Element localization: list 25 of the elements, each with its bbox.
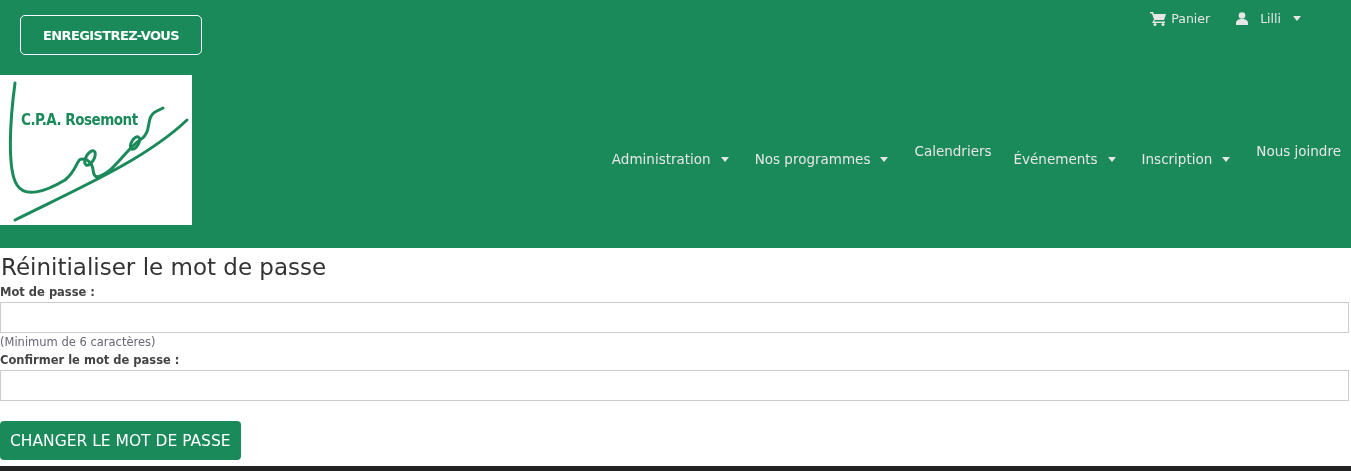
caret-icon (1107, 156, 1116, 162)
field-label: Mot de passe : (0, 285, 96, 299)
logo-text: C.P.A. Rosemont (21, 111, 138, 129)
cart-link[interactable]: Panier (1150, 11, 1211, 26)
page-title: Réinitialiser le mot de passe (1, 254, 328, 280)
caret-icon (1222, 156, 1231, 162)
nav-menu-item[interactable]: Nos programmes (754, 151, 893, 167)
user-menu[interactable]: Lilli (1236, 11, 1301, 26)
field-label: Confirmer le mot de passe : (0, 353, 181, 367)
password-field[interactable] (0, 302, 1349, 333)
club-logo[interactable]: C.P.A. Rosemont (0, 75, 192, 225)
nav-menu-item[interactable]: Administration (611, 151, 733, 167)
user-icon (1236, 12, 1249, 25)
caret-icon (1293, 16, 1301, 21)
nav-menu-item[interactable]: Calendriers (914, 143, 992, 159)
cart-icon (1150, 11, 1167, 26)
nav-menu-item[interactable]: Nous joindre (1256, 143, 1341, 159)
nav-menu-item[interactable]: Inscription (1141, 151, 1235, 167)
field-hint: (Minimum de 6 caractères) (0, 335, 157, 349)
change-password-button[interactable]: CHANGER LE MOT DE PASSE (0, 421, 241, 460)
register-button[interactable]: ENREGISTREZ-VOUS (20, 15, 202, 55)
password-field[interactable] (0, 370, 1349, 401)
caret-icon (720, 156, 729, 162)
nav-menu-item[interactable]: Événements (1013, 151, 1120, 167)
caret-icon (880, 156, 889, 162)
